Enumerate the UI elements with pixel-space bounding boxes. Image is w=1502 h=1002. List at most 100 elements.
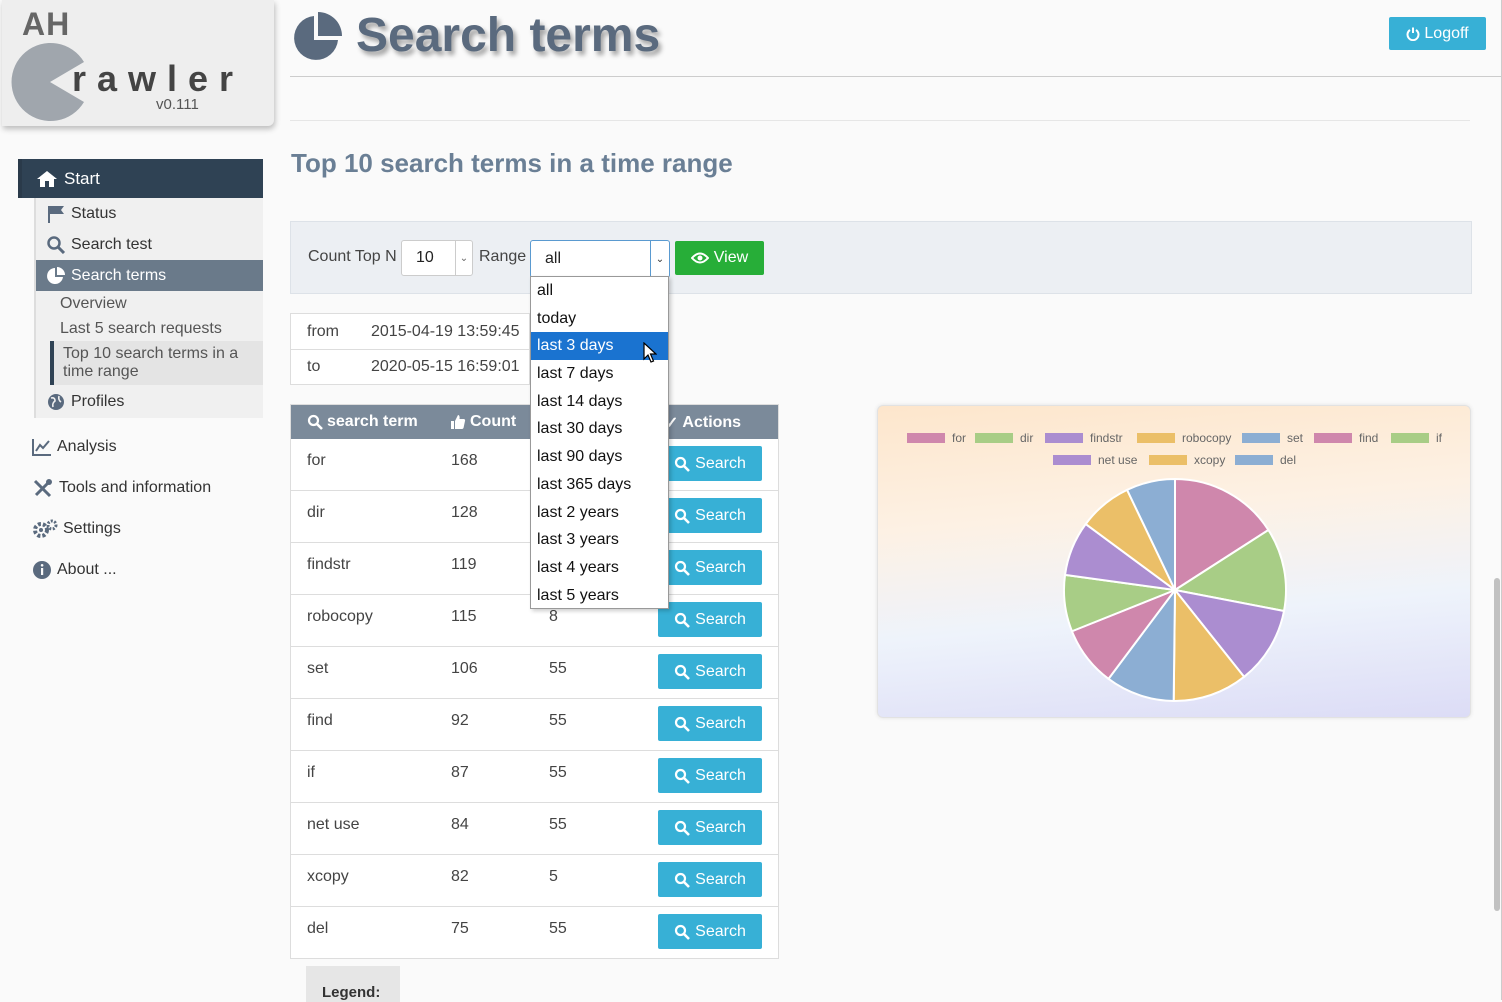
range-option[interactable]: last 14 days <box>531 388 668 416</box>
legend-item[interactable]: set <box>1287 431 1304 445</box>
page-title: Search terms <box>356 9 661 62</box>
logoff-button[interactable]: Logoff <box>1389 17 1486 50</box>
legend-swatch <box>1045 433 1083 443</box>
legend-item[interactable]: find <box>1359 431 1378 445</box>
row-search-button[interactable]: Search <box>658 446 762 481</box>
range-option[interactable]: last 5 years <box>531 582 668 610</box>
nav-settings[interactable]: Settings <box>18 508 263 549</box>
range-option[interactable]: last 365 days <box>531 471 668 499</box>
legend-swatch <box>1053 455 1091 465</box>
range-option[interactable]: last 90 days <box>531 443 668 471</box>
legend-item[interactable]: robocopy <box>1182 431 1231 445</box>
range-option[interactable]: last 4 years <box>531 554 668 582</box>
search-icon <box>675 664 691 680</box>
nav-profiles[interactable]: Profiles <box>36 385 263 418</box>
nav-tools-information[interactable]: Tools and information <box>18 467 263 508</box>
chevron-down-icon[interactable]: ⌄ <box>650 241 669 277</box>
divider <box>290 120 1470 121</box>
header-search-term[interactable]: search term <box>307 413 418 431</box>
header-search-term-label: search term <box>327 413 418 430</box>
count-top-n-value: 10 <box>416 249 434 266</box>
range-option[interactable]: last 7 days <box>531 360 668 388</box>
search-icon <box>675 508 691 524</box>
row-term: del <box>307 920 329 937</box>
legend-item[interactable]: xcopy <box>1194 453 1225 467</box>
row-term: if <box>307 764 315 781</box>
to-row: to 2020-05-15 16:59:01 <box>307 358 520 376</box>
table-row: xcopy 82 5 Search <box>291 854 778 906</box>
nav-tools-label: Tools and information <box>59 478 212 496</box>
legend-swatch <box>975 433 1013 443</box>
nav-start[interactable]: Start <box>18 159 263 198</box>
nav-analysis-label: Analysis <box>57 437 117 455</box>
legend-item[interactable]: del <box>1280 453 1296 467</box>
row-search-label: Search <box>695 818 746 836</box>
pie-chart-icon <box>47 266 65 284</box>
row-search-button[interactable]: Search <box>658 810 762 845</box>
range-option[interactable]: last 3 years <box>531 526 668 554</box>
legend-swatch <box>907 433 945 443</box>
row-search-button[interactable]: Search <box>658 914 762 949</box>
range-dropdown-list: all today last 3 days last 7 days last 14 da… <box>530 276 669 609</box>
row-count: 106 <box>451 660 478 677</box>
info-icon <box>33 560 51 579</box>
nav-analysis[interactable]: Analysis <box>18 426 263 467</box>
thumbs-up-icon <box>451 415 466 429</box>
row-search-button[interactable]: Search <box>658 550 762 585</box>
legend-item[interactable]: findstr <box>1090 431 1123 445</box>
nav-about[interactable]: About ... <box>18 549 263 590</box>
row-term: net use <box>307 816 360 833</box>
range-label: Range <box>479 248 527 265</box>
row-search-button[interactable]: Search <box>658 706 762 741</box>
legend-item[interactable]: if <box>1436 431 1443 445</box>
row-search-button[interactable]: Search <box>658 654 762 689</box>
legend-swatch <box>1314 433 1352 443</box>
legend-item[interactable]: dir <box>1020 431 1033 445</box>
table-row: del 75 55 Search <box>291 906 778 958</box>
range-option[interactable]: today <box>531 305 668 333</box>
nav-profiles-label: Profiles <box>71 392 125 410</box>
view-button[interactable]: View <box>675 241 764 275</box>
nav-overview[interactable]: Overview <box>36 291 263 316</box>
table-row: if 87 55 Search <box>291 750 778 802</box>
logo-rawler-text: rawler <box>72 58 245 99</box>
row-term: xcopy <box>307 868 349 885</box>
legend-label: Legend: <box>322 984 381 1001</box>
nav-last5-requests[interactable]: Last 5 search requests <box>36 316 263 341</box>
range-select-value: all <box>545 250 562 267</box>
header-actions-label: Actions <box>682 414 742 431</box>
nav-status[interactable]: Status <box>36 198 263 229</box>
count-top-n-input[interactable]: 10 ⌄ <box>401 240 473 276</box>
row-search-button[interactable]: Search <box>658 758 762 793</box>
range-option[interactable]: last 30 days <box>531 415 668 443</box>
range-option[interactable]: all <box>531 277 668 305</box>
page-scrollbar[interactable] <box>1494 578 1500 911</box>
header-count-label: Count <box>470 413 517 430</box>
range-option[interactable]: last 2 years <box>531 499 668 527</box>
row-count: 82 <box>451 868 469 885</box>
range-select[interactable]: all ⌄ <box>530 240 670 278</box>
row-search-button[interactable]: Search <box>658 498 762 533</box>
nav-search-test[interactable]: Search test <box>36 229 263 260</box>
row-third-value: 55 <box>549 816 567 833</box>
legend-item[interactable]: for <box>952 431 966 445</box>
row-count: 84 <box>451 816 469 833</box>
row-search-label: Search <box>695 714 746 732</box>
spinner-arrow-icon[interactable]: ⌄ <box>455 241 472 275</box>
eye-icon <box>690 252 709 264</box>
header-count[interactable]: Count <box>450 413 516 431</box>
row-search-label: Search <box>695 558 746 576</box>
row-term: find <box>307 712 333 729</box>
nav-top10-search-terms[interactable]: Top 10 search terms in a time range <box>50 341 263 385</box>
legend-section: Legend: <box>306 966 400 1002</box>
row-count: 87 <box>451 764 469 781</box>
legend-item[interactable]: net use <box>1098 453 1138 467</box>
legend-swatch <box>1137 433 1175 443</box>
nav-search-terms[interactable]: Search terms <box>36 260 263 291</box>
search-icon <box>47 235 66 254</box>
row-search-button[interactable]: Search <box>658 602 762 637</box>
row-term: robocopy <box>307 608 373 625</box>
row-count: 115 <box>451 608 477 625</box>
row-search-button[interactable]: Search <box>658 862 762 897</box>
row-third-value: 8 <box>549 608 558 625</box>
